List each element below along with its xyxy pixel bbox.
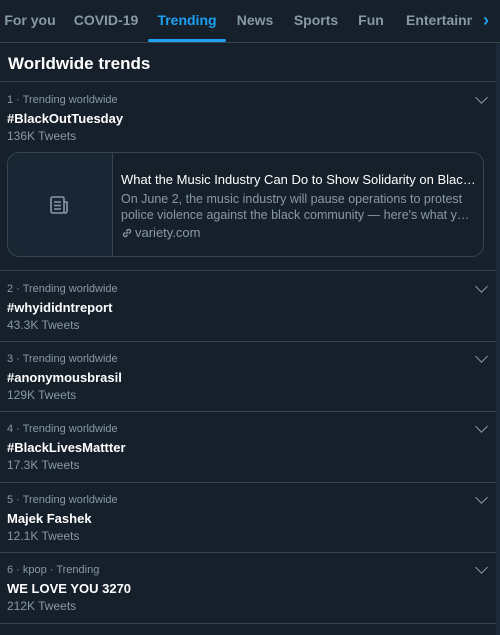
article-thumbnail [8,153,113,256]
card-title: What the Music Industry Can Do to Show S… [121,172,476,187]
chevron-down-icon[interactable] [475,350,488,363]
card-description: On June 2, the music industry will pause… [121,192,470,222]
trend-meta: 4 · Trending worldwide [7,423,118,435]
tab-news[interactable]: News [232,0,278,42]
section-title: Worldwide trends [8,54,151,73]
article-icon [50,196,68,214]
trend-item[interactable]: 5 · Trending worldwide Majek Fashek 12.1… [0,483,500,553]
trend-meta: 6 · kpop · Trending [7,564,100,576]
chevron-down-icon[interactable] [475,91,488,104]
chevron-right-icon[interactable]: › [472,0,500,42]
trend-name: #anonymousbrasil [7,370,122,385]
news-card[interactable]: What the Music Industry Can Do to Show S… [7,152,484,257]
chevron-down-icon[interactable] [475,561,488,574]
trend-tweet-count: 12.1K Tweets [7,529,80,543]
trend-tweet-count: 43.3K Tweets [7,318,80,332]
tab-fun[interactable]: Fun [352,0,390,42]
trend-tweet-count: 212K Tweets [7,599,77,613]
card-link-domain: variety.com [135,225,201,240]
trend-meta: 5 · Trending worldwide [7,494,118,506]
tab-for-you[interactable]: For you [0,0,60,42]
tab-sports[interactable]: Sports [290,0,342,42]
chevron-down-icon[interactable] [475,420,488,433]
divider [0,623,500,624]
trend-name: #whyididntreport [7,300,113,315]
tab-trending[interactable]: Trending [148,0,226,42]
link-icon [122,228,132,238]
tab-covid-19[interactable]: COVID-19 [70,0,142,42]
tab-entertainment-clip: Entertainment [400,0,472,42]
trend-meta: 1 · Trending worldwide [7,94,118,106]
trend-name: WE LOVE YOU 3270 [7,581,132,596]
chevron-down-icon[interactable] [475,491,488,504]
trend-meta: 2 · Trending worldwide [7,283,118,295]
scrollbar[interactable] [496,43,500,635]
trend-name: Majek Fashek [7,511,92,526]
trend-name: #BlackLivesMattter [7,440,126,455]
trend-item[interactable]: 6 · kpop · Trending WE LOVE YOU 3270 212… [0,553,500,623]
trend-item[interactable]: 3 · Trending worldwide #anonymousbrasil … [0,342,500,412]
trend-tweet-count: 17.3K Tweets [7,458,80,472]
trend-tweet-count: 129K Tweets [7,388,77,402]
explore-tabs: For you COVID-19 Trending News Sports Fu… [0,0,500,43]
chevron-down-icon[interactable] [475,280,488,293]
trend-name: #BlackOutTuesday [7,111,124,126]
trend-item[interactable]: 2 · Trending worldwide #whyididntreport … [0,271,500,341]
tab-entertainment[interactable]: Entertainment [406,0,472,42]
trend-meta: 3 · Trending worldwide [7,353,118,365]
trend-tweet-count: 136K Tweets [7,129,77,143]
trend-item[interactable]: 4 · Trending worldwide #BlackLivesMattte… [0,412,500,482]
card-link[interactable]: variety.com [121,225,201,240]
